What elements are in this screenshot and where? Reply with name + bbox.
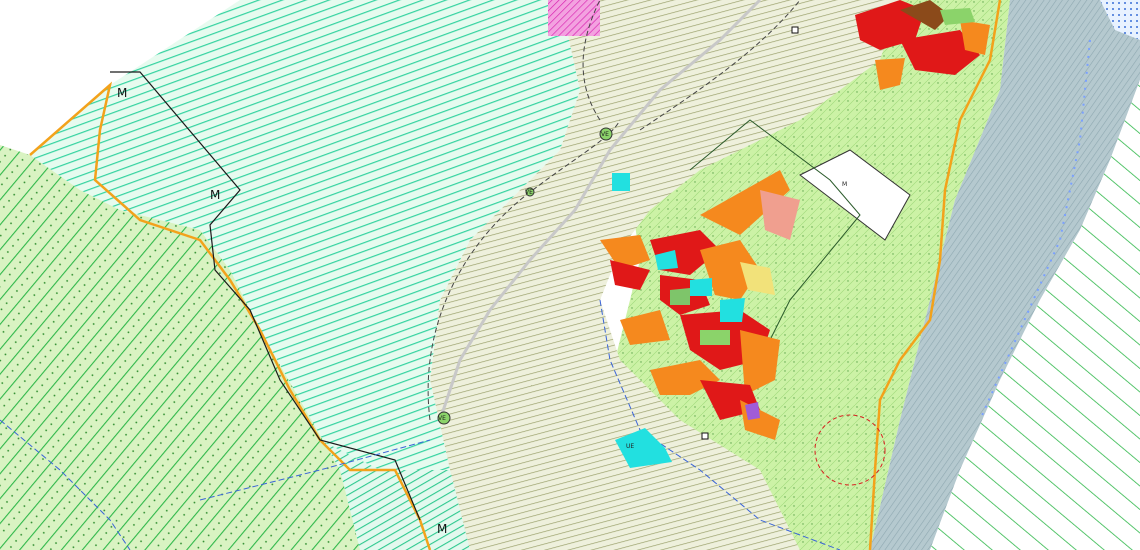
symbol-point-2 <box>701 432 709 440</box>
label-ve-3: VE <box>525 189 533 196</box>
label-ve-2: VE <box>438 415 446 422</box>
label-ve-1: VE <box>601 131 609 138</box>
label-m-2: M <box>210 188 220 202</box>
plot-public-1[interactable] <box>612 173 630 191</box>
label-m-1: M <box>117 86 127 100</box>
symbol-point-1 <box>791 26 799 34</box>
zoning-map[interactable]: M M M M VE VE VE UE <box>0 0 1140 550</box>
label-m-3: M <box>437 522 447 536</box>
label-m-4: M <box>842 181 847 188</box>
label-ue: UE <box>626 443 634 450</box>
